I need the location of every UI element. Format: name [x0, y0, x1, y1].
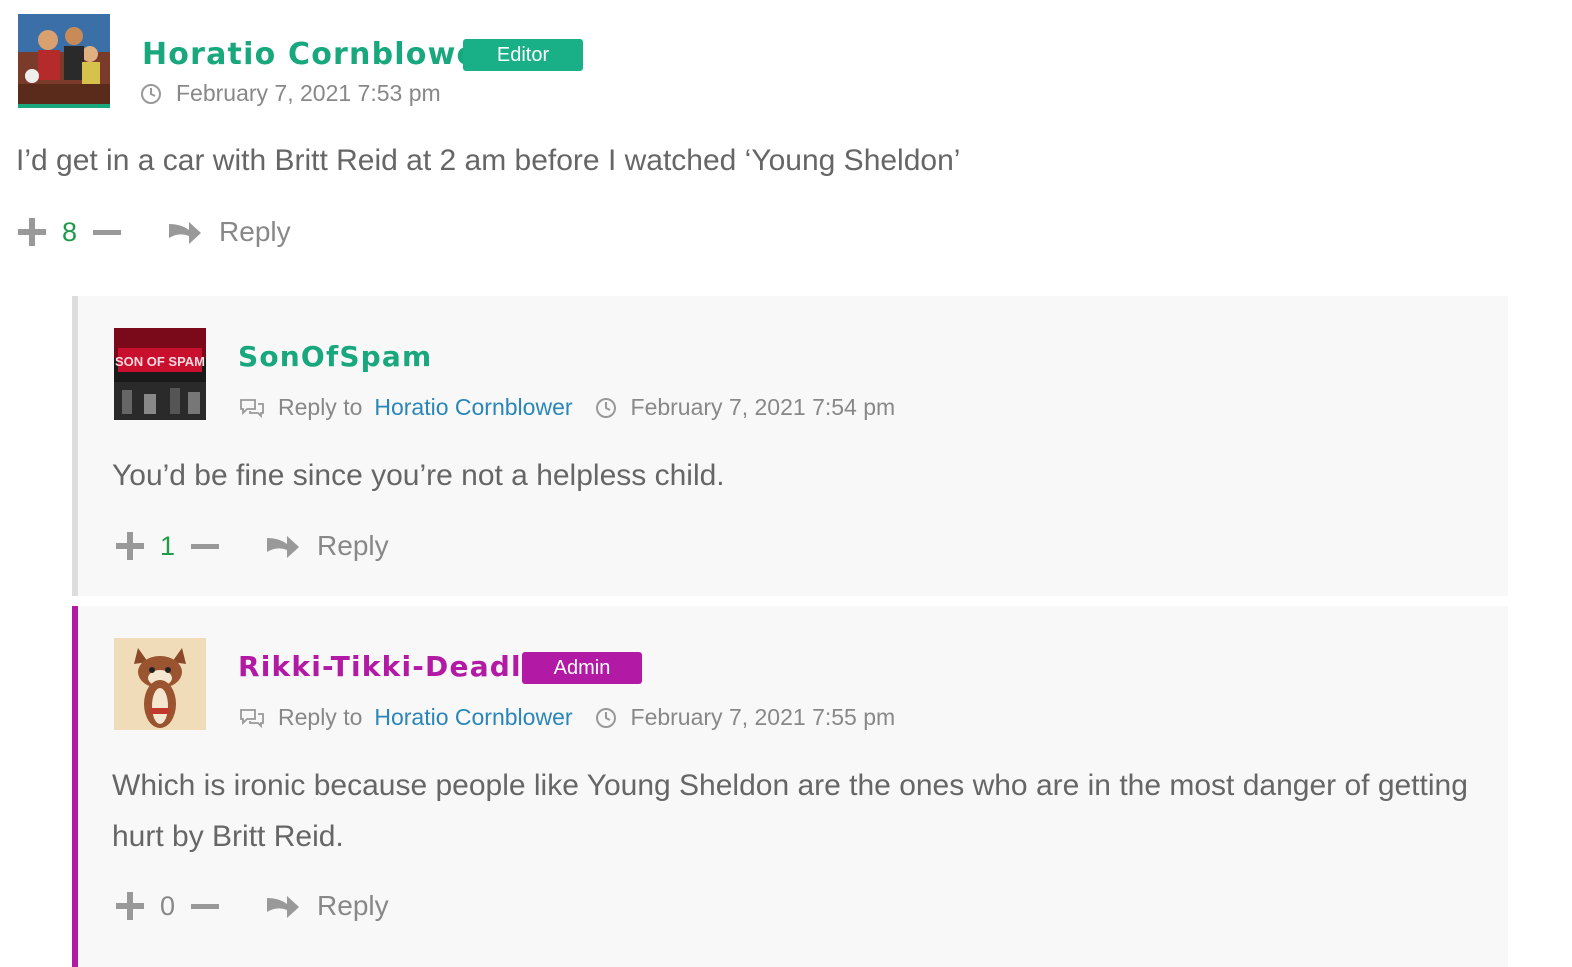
- reply-label: Reply: [317, 890, 389, 921]
- downvote-minus-icon[interactable]: [91, 216, 123, 248]
- reply-arrow-icon: [267, 896, 300, 918]
- reply-to-author-link[interactable]: Horatio Cornblower: [374, 704, 572, 731]
- comment-actions: 1 Reply: [114, 530, 389, 562]
- upvote-plus-icon[interactable]: [114, 890, 146, 922]
- reply-sonofspam: SON OF SPAM SonOfSpam Reply to Horatio C…: [72, 296, 1508, 596]
- clock-icon: [595, 397, 616, 418]
- downvote-minus-icon[interactable]: [189, 530, 221, 562]
- clock-icon: [595, 707, 616, 728]
- reply-to-label: Reply to: [278, 394, 363, 420]
- comment-actions: 0 Reply: [114, 890, 389, 922]
- comment-actions: 8 Reply: [16, 216, 291, 248]
- reply-to-author-link[interactable]: Horatio Cornblower: [374, 394, 572, 421]
- vote-count: 1: [160, 530, 176, 561]
- comment-meta: Reply to Horatio Cornblower February 7, …: [238, 394, 895, 421]
- reply-rikki-tikki-deadly: Rikki-Tikki-Deadly Admin Reply to Horati…: [72, 606, 1508, 967]
- reply-label: Reply: [317, 530, 389, 561]
- comment-horatio: Horatio Cornblower Editor February 7, 20…: [0, 0, 1572, 290]
- reply-to-label: Reply to: [278, 704, 363, 730]
- comment-timestamp[interactable]: February 7, 2021 7:53 pm: [176, 80, 441, 107]
- comment-author[interactable]: Horatio Cornblower: [142, 37, 494, 72]
- illustrated-group-avatar-icon: [18, 14, 110, 104]
- comment-meta: Reply to Horatio Cornblower February 7, …: [238, 704, 895, 731]
- avatar-sign-text: SON OF SPAM: [115, 354, 205, 369]
- comment-meta: February 7, 2021 7:53 pm: [140, 80, 441, 107]
- avatar[interactable]: SON OF SPAM: [114, 328, 206, 420]
- neon-sign-avatar-icon: SON OF SPAM: [114, 328, 206, 420]
- admin-badge: Admin: [522, 652, 642, 684]
- comment-text: You’d be fine since you’re not a helples…: [112, 459, 725, 492]
- comment-author[interactable]: Rikki-Tikki-Deadly: [238, 650, 541, 683]
- cartoon-mongoose-avatar-icon: [114, 638, 206, 730]
- avatar[interactable]: [114, 638, 206, 730]
- comment-timestamp[interactable]: February 7, 2021 7:55 pm: [631, 704, 896, 731]
- reply-arrow-icon: [267, 536, 300, 558]
- comment-author[interactable]: SonOfSpam: [238, 340, 432, 373]
- upvote-plus-icon[interactable]: [114, 530, 146, 562]
- editor-badge: Editor: [463, 39, 583, 71]
- speech-bubbles-icon: [240, 708, 264, 728]
- vote-count: 0: [160, 890, 176, 921]
- avatar[interactable]: [18, 14, 110, 108]
- comment-timestamp[interactable]: February 7, 2021 7:54 pm: [631, 394, 896, 421]
- comment-text: I’d get in a car with Britt Reid at 2 am…: [16, 144, 961, 177]
- downvote-minus-icon[interactable]: [189, 890, 221, 922]
- speech-bubbles-icon: [240, 398, 264, 418]
- upvote-plus-icon[interactable]: [16, 216, 48, 248]
- reply-button[interactable]: Reply: [167, 216, 291, 248]
- comment-text: Which is ironic because people like Youn…: [112, 769, 1468, 853]
- reply-button[interactable]: Reply: [265, 530, 389, 562]
- vote-count: 8: [62, 216, 78, 247]
- reply-button[interactable]: Reply: [265, 890, 389, 922]
- clock-icon: [141, 83, 161, 104]
- reply-arrow-icon: [169, 222, 202, 244]
- reply-label: Reply: [219, 216, 291, 247]
